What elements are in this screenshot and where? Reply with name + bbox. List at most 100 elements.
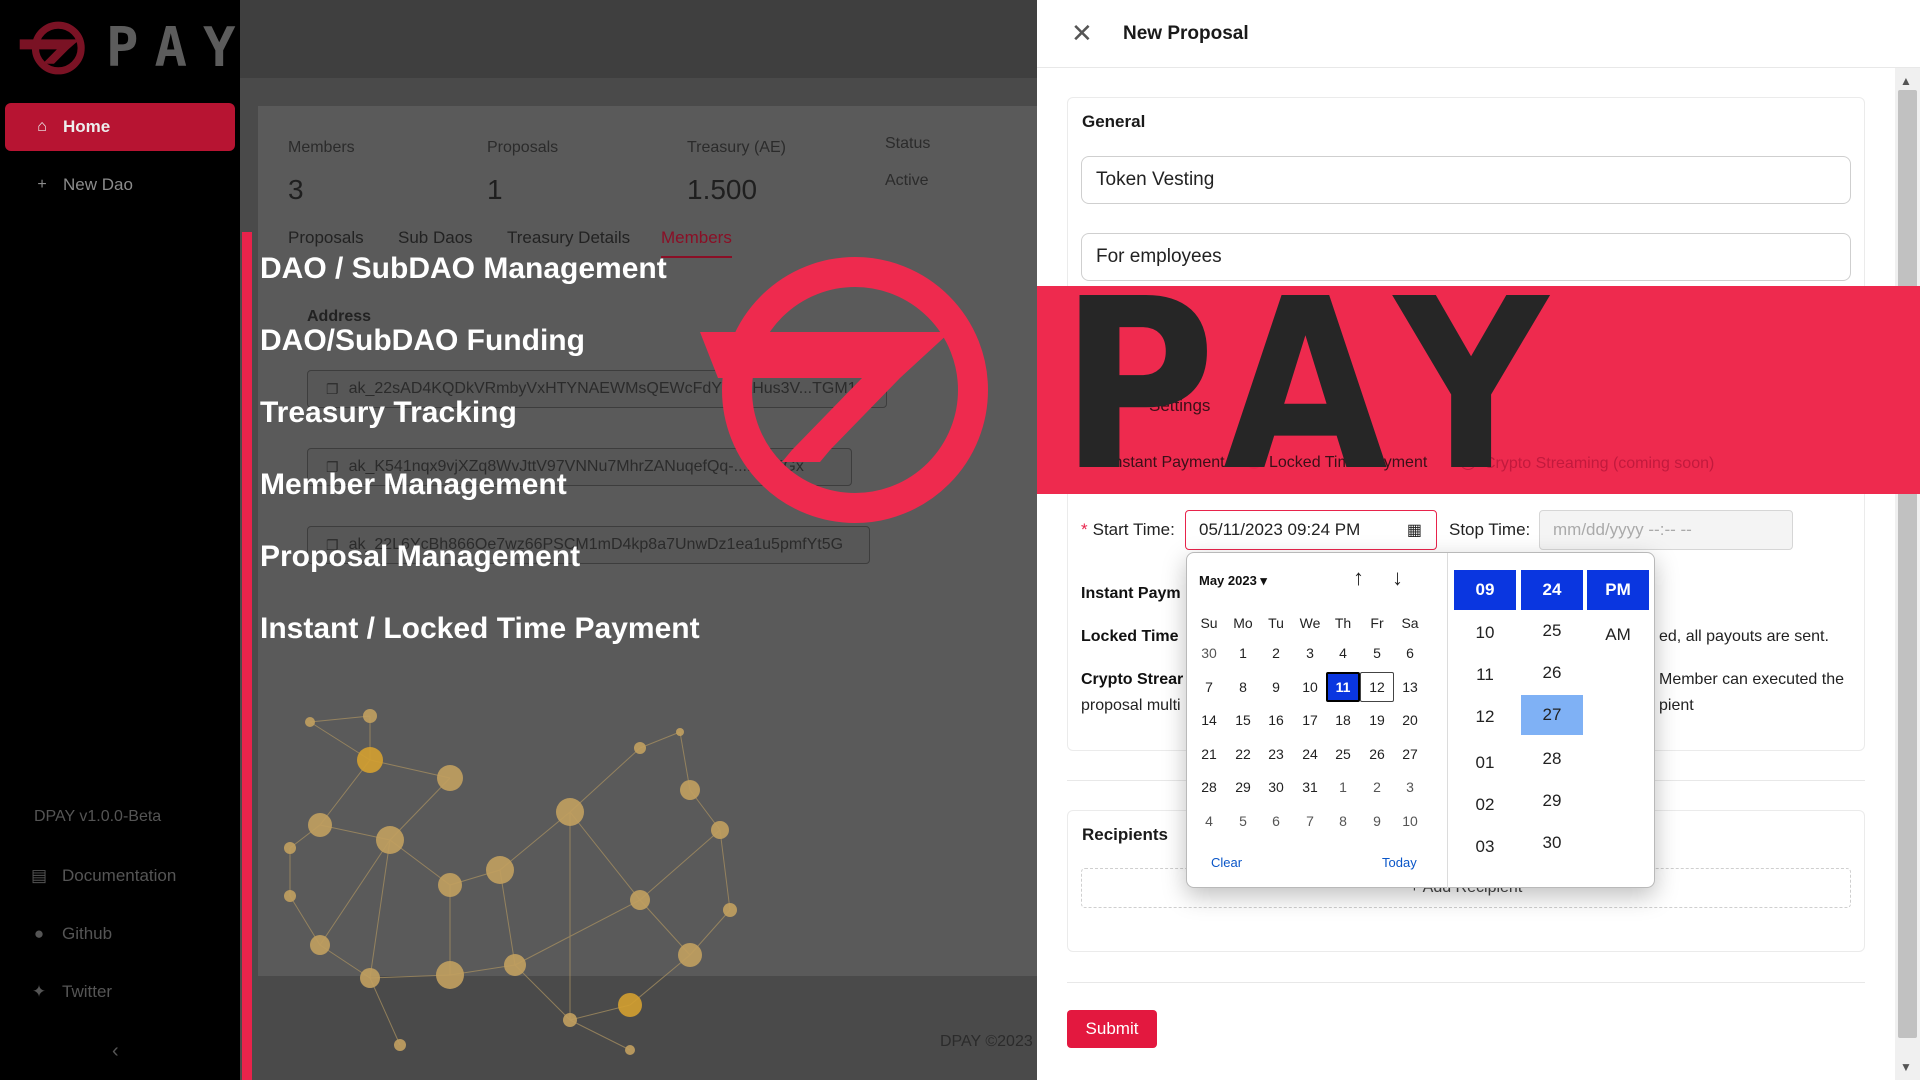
calendar-day[interactable]: 19 (1360, 705, 1394, 735)
sidebar-item-label: New Dao (63, 175, 133, 194)
calendar-icon[interactable]: ▦ (1407, 520, 1422, 540)
calendar-day[interactable]: 2 (1259, 638, 1293, 668)
sidebar-item-new-dao[interactable]: + New Dao (5, 161, 235, 209)
close-icon[interactable]: ✕ (1071, 18, 1093, 49)
minute-option[interactable]: 28 (1521, 739, 1583, 779)
hour-option[interactable]: 11 (1454, 655, 1516, 695)
calendar-day[interactable]: 17 (1293, 705, 1327, 735)
calendar-day[interactable]: 8 (1326, 806, 1360, 836)
calendar-day[interactable]: 3 (1393, 772, 1427, 802)
calendar-day[interactable]: 11 (1326, 671, 1360, 702)
calendar-day[interactable]: 5 (1360, 638, 1394, 668)
sidebar-item-home[interactable]: ⌂ Home (5, 103, 235, 151)
calendar-day[interactable]: 7 (1192, 672, 1226, 702)
calendar-day[interactable]: 2 (1360, 772, 1394, 802)
minute-option[interactable]: 25 (1521, 611, 1583, 651)
calendar-day[interactable]: 6 (1393, 638, 1427, 668)
tab-treasury-details[interactable]: Treasury Details (507, 228, 630, 248)
desc-label: Crypto Strear (1081, 671, 1184, 688)
calendar-day[interactable]: 22 (1226, 739, 1260, 769)
section-title: Recipients (1082, 825, 1168, 844)
hour-option[interactable]: 02 (1454, 785, 1516, 825)
calendar-day[interactable]: 31 (1293, 772, 1327, 802)
calendar-day[interactable]: 5 (1226, 806, 1260, 836)
scroll-up-arrow[interactable]: ▲ (1900, 74, 1912, 88)
today-button[interactable]: Today (1382, 855, 1417, 870)
proposal-name-input[interactable]: Token Vesting (1081, 156, 1851, 204)
meridiem-option[interactable]: AM (1587, 615, 1649, 655)
calendar-day[interactable]: 29 (1226, 772, 1260, 802)
collapse-sidebar-button[interactable]: ‹ (112, 1040, 119, 1063)
hour-option[interactable]: 01 (1454, 743, 1516, 783)
tab-proposals[interactable]: Proposals (288, 228, 364, 248)
submit-button[interactable]: Submit (1067, 1010, 1157, 1048)
weekday-header: Th (1334, 615, 1352, 631)
calendar-day[interactable]: 14 (1192, 705, 1226, 735)
minute-option[interactable]: 26 (1521, 653, 1583, 693)
calendar-day[interactable]: 27 (1393, 739, 1427, 769)
calendar-day[interactable]: 7 (1293, 806, 1327, 836)
stat-proposals-label: Proposals (487, 139, 559, 156)
twitter-icon: ✦ (31, 982, 47, 1001)
calendar-day[interactable]: 15 (1226, 705, 1260, 735)
calendar-day[interactable]: 10 (1393, 806, 1427, 836)
weekday-header: Sa (1401, 615, 1419, 631)
calendar-day[interactable]: 20 (1393, 705, 1427, 735)
copy-icon[interactable]: ❐ (326, 381, 339, 398)
github-link[interactable]: ● Github (30, 924, 112, 944)
calendar-day[interactable]: 26 (1360, 739, 1394, 769)
documentation-link[interactable]: ▤ Documentation (30, 866, 176, 886)
top-bar (240, 0, 1040, 78)
calendar-day[interactable]: 6 (1259, 806, 1293, 836)
calendar-day[interactable]: 1 (1326, 772, 1360, 802)
link-label: Github (62, 924, 113, 943)
app-logo[interactable]: PAY (18, 18, 252, 78)
stat-treasury-label: Treasury (AE) (687, 139, 786, 156)
calendar-day[interactable]: 9 (1360, 806, 1394, 836)
calendar-day[interactable]: 12 (1360, 671, 1394, 702)
minute-option[interactable]: 30 (1521, 823, 1583, 863)
stop-time-input[interactable]: mm/dd/yyyy --:-- -- (1539, 510, 1793, 550)
meridiem-option[interactable]: PM (1587, 570, 1649, 610)
calendar-day[interactable]: 18 (1326, 705, 1360, 735)
minute-option[interactable]: 24 (1521, 570, 1583, 610)
calendar-day[interactable]: 24 (1293, 739, 1327, 769)
calendar-day[interactable]: 10 (1293, 672, 1327, 702)
twitter-link[interactable]: ✦ Twitter (30, 982, 112, 1002)
start-time-value: 05/11/2023 09:24 PM (1199, 520, 1361, 539)
home-icon: ⌂ (37, 118, 47, 135)
scroll-down-arrow[interactable]: ▼ (1900, 1060, 1912, 1074)
calendar-day[interactable]: 8 (1226, 672, 1260, 702)
scrollbar-thumb[interactable] (1898, 90, 1917, 1038)
calendar-day[interactable]: 4 (1192, 806, 1226, 836)
calendar-day[interactable]: 21 (1192, 739, 1226, 769)
calendar-day[interactable]: 25 (1326, 739, 1360, 769)
minute-option[interactable]: 27 (1521, 695, 1583, 735)
instant-payment-desc: Instant Paym (1081, 581, 1181, 607)
hour-option[interactable]: 10 (1454, 613, 1516, 653)
calendar-day[interactable]: 4 (1326, 638, 1360, 668)
tab-sub-daos[interactable]: Sub Daos (398, 228, 473, 248)
calendar-day[interactable]: 30 (1192, 638, 1226, 668)
calendar-day[interactable]: 1 (1226, 638, 1260, 668)
document-icon: ▤ (30, 866, 48, 885)
calendar-day[interactable]: 16 (1259, 705, 1293, 735)
dpay-logo-icon (19, 21, 85, 75)
calendar-day[interactable]: 28 (1192, 772, 1226, 802)
clear-button[interactable]: Clear (1211, 855, 1242, 870)
locked-time-desc-tail: ed, all payouts are sent. (1659, 628, 1829, 645)
calendar-day[interactable]: 3 (1293, 638, 1327, 668)
next-month-arrow-icon[interactable]: ↓ (1392, 565, 1403, 591)
month-year-select[interactable]: May 2023 ▾ (1199, 573, 1267, 589)
calendar-day[interactable]: 30 (1259, 772, 1293, 802)
hour-option[interactable]: 12 (1454, 697, 1516, 737)
calendar-day[interactable]: 9 (1259, 672, 1293, 702)
hour-option[interactable]: 09 (1454, 570, 1516, 610)
start-time-label: * Start Time: (1081, 520, 1175, 540)
minute-option[interactable]: 29 (1521, 781, 1583, 821)
dpay-big-logo-icon (700, 257, 988, 523)
calendar-day[interactable]: 13 (1393, 672, 1427, 702)
calendar-day[interactable]: 23 (1259, 739, 1293, 769)
previous-month-arrow-icon[interactable]: ↑ (1353, 565, 1364, 591)
hour-option[interactable]: 03 (1454, 827, 1516, 867)
